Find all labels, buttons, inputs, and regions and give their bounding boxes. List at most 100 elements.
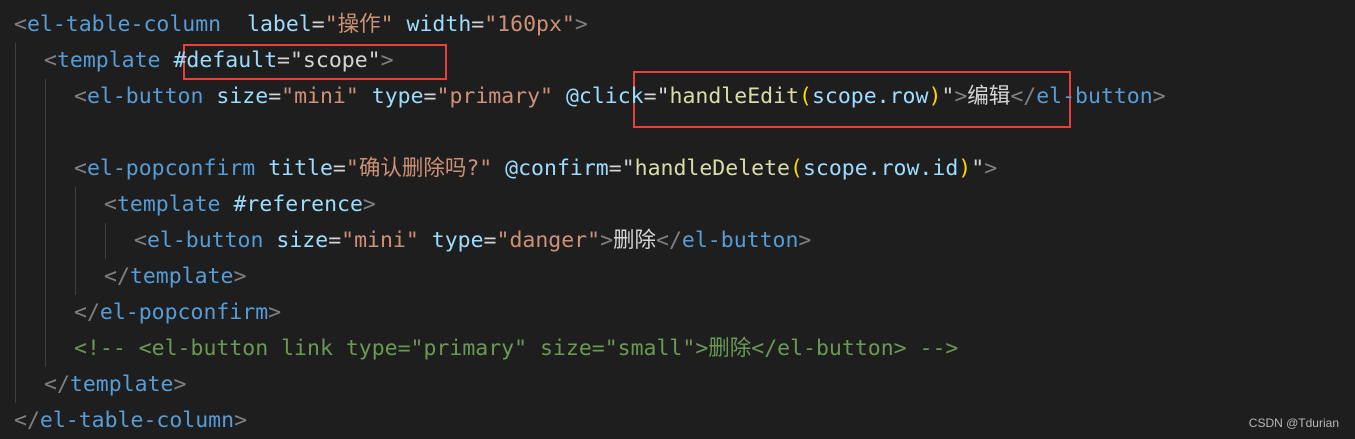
indent-guide [75, 187, 76, 223]
indent-guide [15, 43, 16, 79]
code-token: template [69, 372, 174, 397]
code-editor[interactable]: <el-table-column label="操作" width="160px… [0, 0, 1355, 438]
indent-guide [15, 367, 16, 403]
code-line[interactable]: </template> [104, 259, 246, 295]
indent-guide [45, 115, 46, 151]
code-token: > [798, 228, 812, 253]
code-line[interactable]: <el-popconfirm title="确认删除吗?" @confirm="… [74, 151, 997, 187]
code-token: > [362, 192, 376, 217]
code-token: #reference [233, 192, 363, 217]
code-token: </ [656, 228, 682, 253]
code-token: "操作" [324, 12, 394, 37]
code-token: = [328, 228, 342, 253]
code-line[interactable]: <el-table-column label="操作" width="160px… [14, 7, 588, 43]
code-line[interactable]: </el-popconfirm> [74, 295, 281, 331]
code-token: el-table-column [39, 408, 235, 433]
code-line[interactable]: <!-- <el-button link type="primary" size… [74, 331, 958, 367]
code-token: = [311, 12, 325, 37]
code-token: "mini" [281, 84, 359, 109]
code-token: "danger" [496, 228, 601, 253]
code-token: < [44, 48, 57, 73]
code-token: ( [789, 156, 803, 181]
code-token: = [608, 156, 622, 181]
code-token: el-button [681, 228, 799, 253]
code-token: < [14, 12, 27, 37]
code-token: = [483, 228, 497, 253]
code-line[interactable]: <el-button size="mini" type="danger">删除<… [134, 223, 811, 259]
code-token: < [134, 228, 147, 253]
code-token: = [332, 156, 346, 181]
code-token: scope.row [811, 84, 929, 109]
code-line[interactable]: <template #default="scope"> [44, 43, 394, 79]
code-token: </ [44, 372, 70, 397]
code-token: el-button [86, 84, 204, 109]
code-token: < [104, 192, 117, 217]
indent-guide [75, 223, 76, 259]
code-token: handleDelete [634, 156, 790, 181]
indent-guide [45, 259, 46, 295]
watermark: CSDN @Tdurian [1248, 416, 1339, 430]
code-token: type [371, 84, 424, 109]
code-token: > [600, 228, 614, 253]
indent-guide [105, 223, 106, 259]
code-token: @click [565, 84, 644, 109]
indent-guide [15, 331, 16, 367]
code-token: > [1152, 84, 1166, 109]
code-token: <!-- <el-button link type="primary" size… [74, 336, 959, 361]
code-token: </ [14, 408, 40, 433]
code-token: ( [798, 84, 812, 109]
code-token: size [216, 84, 269, 109]
indent-guide [45, 295, 46, 331]
code-token: ) [958, 156, 972, 181]
code-token: template [129, 264, 234, 289]
code-line[interactable]: <el-button size="mini" type="primary" @c… [74, 79, 1166, 115]
code-token: = [643, 84, 657, 109]
indent-guide [45, 79, 46, 115]
indent-guide [15, 115, 16, 151]
code-token: 编辑 [967, 84, 1011, 109]
code-token: </ [74, 300, 100, 325]
code-token: < [74, 156, 87, 181]
code-token: "primary" [436, 84, 554, 109]
code-token: "mini" [341, 228, 419, 253]
code-token: el-popconfirm [86, 156, 256, 181]
code-token: label [247, 12, 312, 37]
code-token: handleEdit [669, 84, 799, 109]
code-token: el-button [146, 228, 264, 253]
code-token: > [234, 408, 248, 433]
code-token: > [954, 84, 968, 109]
code-token: template [56, 48, 161, 73]
code-line[interactable]: <template #reference> [104, 187, 376, 223]
code-token: " [656, 84, 670, 109]
code-token: 删除 [613, 228, 657, 253]
code-token: size [276, 228, 329, 253]
indent-guide [15, 223, 16, 259]
code-token: > [574, 12, 588, 37]
code-token: @confirm [505, 156, 609, 181]
code-token: > [233, 264, 247, 289]
code-token: " [971, 156, 985, 181]
indent-guide [45, 151, 46, 187]
code-token: </ [1010, 84, 1037, 109]
code-token: #default [173, 48, 278, 73]
code-token: < [74, 84, 87, 109]
code-line[interactable]: </template> [44, 367, 186, 403]
code-token: = [268, 84, 282, 109]
indent-guide [75, 259, 76, 295]
code-token: > [173, 372, 187, 397]
indent-guide [45, 223, 46, 259]
indent-guide [15, 151, 16, 187]
code-token: title [268, 156, 333, 181]
code-token: = [471, 12, 485, 37]
code-line[interactable]: </el-table-column> [14, 403, 247, 439]
code-token: > [380, 48, 394, 73]
indent-guide [15, 259, 16, 295]
